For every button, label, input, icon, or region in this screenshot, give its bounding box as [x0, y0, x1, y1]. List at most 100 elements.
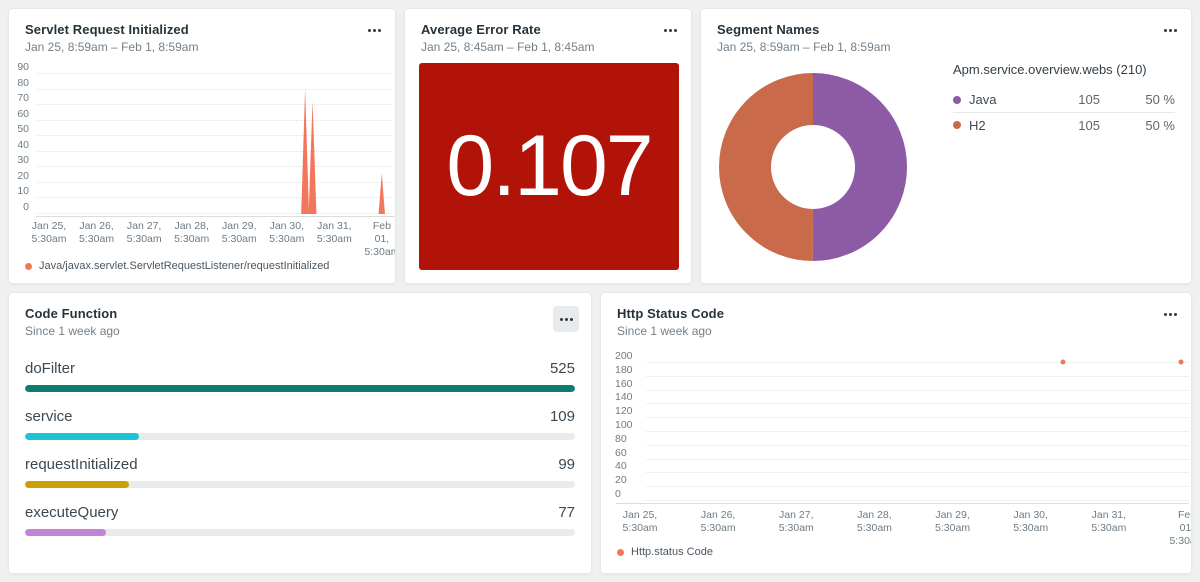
error-rate-value: 0.107: [446, 117, 651, 216]
panel-time-range: Jan 25, 8:45am – Feb 1, 8:45am: [421, 40, 594, 54]
bar-fill: [25, 529, 106, 536]
area-series-spikes: [36, 73, 391, 214]
panel-title: Servlet Request Initialized: [25, 22, 189, 37]
panel-segment-names: Segment Names Jan 25, 8:59am – Feb 1, 8:…: [700, 8, 1192, 284]
ellipsis-menu-icon[interactable]: [664, 29, 677, 32]
ellipsis-menu-icon[interactable]: [1164, 313, 1177, 316]
segments-rows: Java 105 50 % H2 105 50 %: [953, 87, 1175, 137]
x-tick-label: Feb 01, 5:30am: [364, 220, 396, 259]
function-count: 525: [550, 359, 575, 379]
x-tick-label: Jan 27, 5:30am: [127, 220, 162, 246]
x-tick-label: Jan 26, 5:30am: [701, 509, 736, 535]
segment-color-dot: [953, 96, 961, 104]
panel-title: Segment Names: [717, 22, 819, 37]
segment-row[interactable]: H2 105 50 %: [953, 112, 1175, 137]
panel-time-range: Jan 25, 8:59am – Feb 1, 8:59am: [25, 40, 198, 54]
y-axis-label: 200: [615, 350, 645, 362]
panel-servlet-request-initialized: Servlet Request Initialized Jan 25, 8:59…: [8, 8, 396, 284]
function-count: 109: [550, 407, 575, 427]
http-scatter-chart[interactable]: [646, 362, 1189, 501]
bar-track: [25, 481, 575, 488]
segment-value: 105: [1045, 92, 1100, 107]
bar-row[interactable]: doFilter 525: [25, 351, 575, 399]
x-tick-label: Jan 30, 5:30am: [1013, 509, 1048, 535]
bar-row[interactable]: executeQuery 77: [25, 495, 575, 543]
segments-legend-table: Apm.service.overview.webs (210) Java 105…: [953, 62, 1175, 137]
y-axis-label: 0: [615, 488, 645, 500]
panel-time-range: Jan 25, 8:59am – Feb 1, 8:59am: [717, 40, 890, 54]
segment-name-cell: Java: [953, 92, 1045, 107]
y-axis-label: 40: [615, 460, 645, 472]
bar-labels: requestInitialized 99: [25, 455, 575, 475]
bar-fill: [25, 385, 575, 392]
code-function-bar-list: doFilter 525 service 109 req: [25, 351, 575, 543]
segment-name: H2: [969, 118, 986, 133]
scatter-point[interactable]: [1178, 360, 1183, 365]
scatter-point[interactable]: [1061, 360, 1066, 365]
segment-percent: 50 %: [1100, 118, 1175, 133]
function-name: executeQuery: [25, 503, 118, 523]
x-tick-label: Jan 31, 5:30am: [1091, 509, 1126, 535]
x-tick-label: Jan 29, 5:30am: [935, 509, 970, 535]
y-axis-label: 60: [17, 108, 36, 120]
y-axis-label: 100: [615, 419, 645, 431]
function-name: doFilter: [25, 359, 75, 379]
y-axis-label: 0: [23, 201, 36, 213]
y-axis-label: 20: [615, 474, 645, 486]
ellipsis-menu-icon[interactable]: [1164, 29, 1177, 32]
panel-time-range: Since 1 week ago: [25, 324, 120, 338]
function-count: 99: [558, 455, 575, 475]
bar-row[interactable]: requestInitialized 99: [25, 447, 575, 495]
segment-color-dot: [953, 121, 961, 129]
error-rate-billboard[interactable]: 0.107: [419, 63, 679, 270]
y-axis-label: 180: [615, 364, 645, 376]
y-axis-label: 160: [615, 378, 645, 390]
segment-name: Java: [969, 92, 996, 107]
y-axis-label: 10: [17, 185, 36, 197]
ellipsis-menu-icon[interactable]: [368, 29, 381, 32]
servlet-legend[interactable]: Java/javax.servlet.ServletRequestListene…: [25, 260, 329, 272]
bar-fill: [25, 433, 139, 440]
x-tick-label: Jan 25, 5:30am: [622, 509, 657, 535]
bar-row[interactable]: service 109: [25, 399, 575, 447]
y-axis-label: 120: [615, 405, 645, 417]
segment-percent: 50 %: [1100, 92, 1175, 107]
x-tick-label: Jan 27, 5:30am: [779, 509, 814, 535]
y-axis-label: 40: [17, 139, 36, 151]
series-color-dot: [25, 263, 32, 270]
http-x-axis: Jan 25, 5:30am Jan 26, 5:30am Jan 27, 5:…: [640, 509, 1187, 535]
panel-title: Average Error Rate: [421, 22, 541, 37]
bar-labels: service 109: [25, 407, 575, 427]
servlet-area-chart[interactable]: [36, 73, 391, 214]
y-axis-label: 90: [17, 61, 36, 73]
function-name: service: [25, 407, 73, 427]
x-tick-label: Jan 25, 5:30am: [31, 220, 66, 246]
bar-track: [25, 433, 575, 440]
y-axis-label: 140: [615, 391, 645, 403]
http-legend[interactable]: Http.status Code: [617, 546, 713, 558]
bar-track: [25, 529, 575, 536]
y-axis-label: 20: [17, 170, 36, 182]
x-tick-label: Jan 30, 5:30am: [269, 220, 304, 246]
segments-donut-chart[interactable]: [719, 73, 907, 261]
ellipsis-menu-button[interactable]: [553, 306, 579, 332]
y-axis-label: 60: [615, 447, 645, 459]
y-axis-label: 80: [17, 77, 36, 89]
function-name: requestInitialized: [25, 455, 138, 475]
series-legend-label: Http.status Code: [631, 546, 713, 558]
bar-track: [25, 385, 575, 392]
x-axis-line: [36, 216, 396, 217]
panel-http-status-code: Http Status Code Since 1 week ago 200 18…: [600, 292, 1192, 574]
panel-title: Http Status Code: [617, 306, 724, 321]
x-axis-line: [616, 503, 1189, 504]
y-axis-label: 50: [17, 123, 36, 135]
x-tick-label: Jan 28, 5:30am: [174, 220, 209, 246]
panel-title: Code Function: [25, 306, 117, 321]
segment-name-cell: H2: [953, 118, 1045, 133]
y-axis-label: 80: [615, 433, 645, 445]
segment-row[interactable]: Java 105 50 %: [953, 87, 1175, 112]
x-tick-label: Feb 01, 5:30am: [1169, 509, 1192, 548]
x-tick-label: Jan 26, 5:30am: [79, 220, 114, 246]
y-axis-label: 70: [17, 92, 36, 104]
x-tick-label: Jan 31, 5:30am: [317, 220, 352, 246]
